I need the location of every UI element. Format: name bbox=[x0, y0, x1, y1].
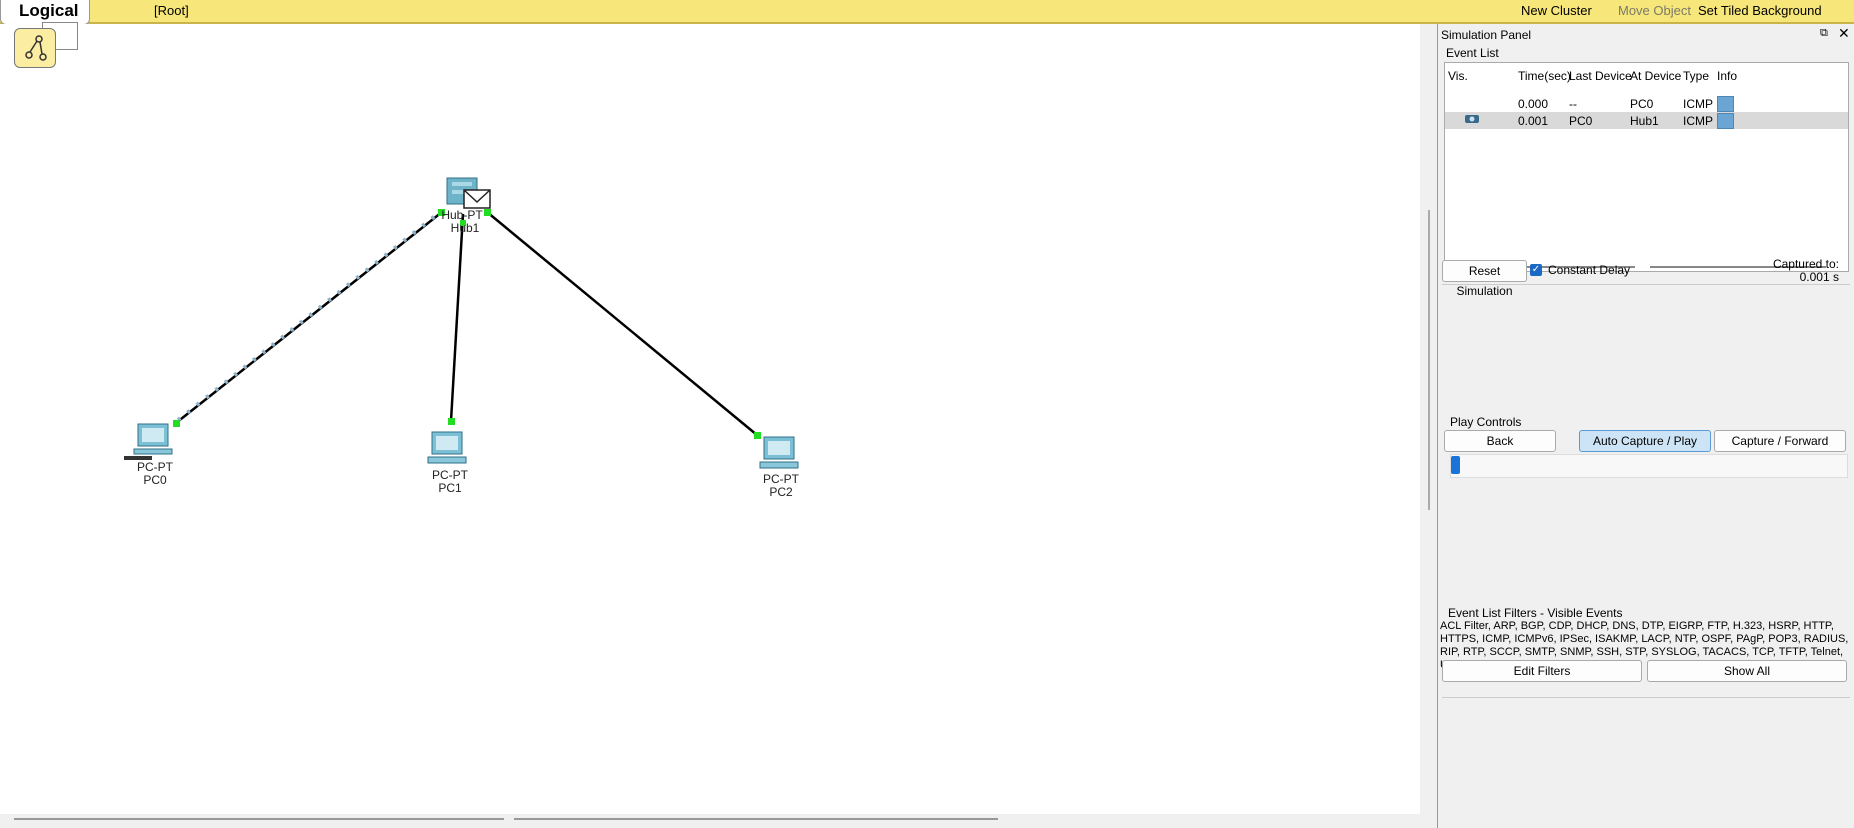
captured-to-value: 0.001 s bbox=[1799, 270, 1839, 284]
restore-icon[interactable]: ⧉ bbox=[1820, 27, 1828, 40]
constant-delay-checkbox[interactable]: ✓ bbox=[1530, 264, 1542, 276]
event-row-selected[interactable]: 0.001 PC0 Hub1 ICMP bbox=[1445, 112, 1848, 129]
event-last-device: -- bbox=[1569, 97, 1577, 111]
pc0-device-icon[interactable] bbox=[124, 423, 173, 460]
top-toolbar: Logical [Root] New Cluster Move Object S… bbox=[0, 0, 1854, 25]
pc1-type-label: PC-PT bbox=[432, 468, 468, 482]
column-header-type[interactable]: Type bbox=[1683, 69, 1709, 83]
show-all-button[interactable]: Show All bbox=[1647, 660, 1847, 682]
reset-simulation-button[interactable]: Reset Simulation bbox=[1442, 260, 1527, 298]
divider bbox=[1442, 697, 1850, 698]
event-at-device: Hub1 bbox=[1630, 114, 1659, 128]
column-header-vis[interactable]: Vis. bbox=[1448, 69, 1468, 83]
column-header-time[interactable]: Time(sec) bbox=[1518, 69, 1571, 83]
root-breadcrumb[interactable]: [Root] bbox=[154, 3, 189, 18]
capture-forward-button[interactable]: Capture / Forward bbox=[1714, 430, 1846, 452]
play-speed-slider-handle[interactable] bbox=[1451, 456, 1460, 474]
column-header-last-device[interactable]: Last Device bbox=[1569, 69, 1632, 83]
canvas-horizontal-scrollbar-left[interactable] bbox=[14, 818, 504, 820]
edit-filters-button[interactable]: Edit Filters bbox=[1442, 660, 1642, 682]
hub1-type-label: Hub-PT bbox=[441, 208, 483, 222]
event-at-device: PC0 bbox=[1630, 97, 1654, 111]
pc2-type-label: PC-PT bbox=[763, 472, 799, 486]
simulation-panel: Simulation Panel ⧉ ✕ Event List Vis. Tim… bbox=[1437, 24, 1854, 828]
event-info-button[interactable] bbox=[1717, 113, 1734, 129]
link-pc0-hub1[interactable] bbox=[175, 210, 443, 424]
event-time: 0.000 bbox=[1518, 97, 1549, 111]
new-cluster-button[interactable]: New Cluster bbox=[1521, 3, 1592, 18]
back-button[interactable]: Back bbox=[1444, 430, 1556, 452]
constant-delay-label: Constant Delay bbox=[1548, 263, 1631, 277]
event-time: 0.001 bbox=[1518, 114, 1549, 128]
pc1-name-label: PC1 bbox=[438, 481, 462, 495]
move-object-button[interactable]: Move Object bbox=[1618, 3, 1691, 18]
topology-icon bbox=[25, 35, 47, 61]
column-header-info[interactable]: Info bbox=[1717, 69, 1737, 83]
captured-to-label: Captured to: bbox=[1772, 257, 1839, 271]
event-row[interactable]: 0.000 -- PC0 ICMP bbox=[1445, 95, 1848, 112]
envelope-icon[interactable] bbox=[463, 189, 491, 209]
canvas-horizontal-scrollbar-right[interactable] bbox=[514, 818, 998, 820]
pc1-device-icon[interactable] bbox=[427, 431, 467, 464]
logical-view-icon[interactable] bbox=[14, 28, 56, 68]
port-lights bbox=[173, 209, 761, 439]
topology-drawing bbox=[124, 177, 799, 469]
event-type: ICMP bbox=[1683, 97, 1713, 111]
link-pc2-hub1[interactable] bbox=[486, 211, 758, 436]
hub1-name-label: Hub1 bbox=[450, 221, 480, 235]
logical-workspace[interactable]: Hub-PT Hub1 PC-PT PC0 PC-PT PC1 PC-PT PC… bbox=[0, 24, 1420, 814]
close-icon[interactable]: ✕ bbox=[1838, 25, 1850, 42]
pc0-name-label: PC0 bbox=[143, 473, 167, 487]
play-controls-label: Play Controls bbox=[1450, 415, 1522, 429]
event-type: ICMP bbox=[1683, 114, 1713, 128]
column-header-at-device[interactable]: At Device bbox=[1630, 69, 1681, 83]
event-filters-label: Event List Filters - Visible Events bbox=[1448, 606, 1623, 620]
link-pc1-hub1[interactable] bbox=[449, 213, 465, 422]
pc2-device-icon[interactable] bbox=[759, 436, 799, 469]
event-last-device: PC0 bbox=[1569, 114, 1593, 128]
divider bbox=[1442, 284, 1850, 285]
logical-tab-label: Logical bbox=[19, 1, 79, 20]
auto-capture-play-button[interactable]: Auto Capture / Play bbox=[1579, 430, 1711, 452]
eye-icon[interactable] bbox=[1465, 113, 1479, 128]
event-info-button[interactable] bbox=[1717, 96, 1734, 112]
simulation-panel-title: Simulation Panel bbox=[1441, 28, 1532, 42]
panel-splitter[interactable] bbox=[1428, 210, 1430, 510]
event-list-table[interactable]: Vis. Time(sec) Last Device At Device Typ… bbox=[1444, 62, 1849, 272]
pc2-name-label: PC2 bbox=[769, 485, 793, 499]
set-tiled-background-button[interactable]: Set Tiled Background bbox=[1698, 3, 1822, 18]
event-list-label: Event List bbox=[1446, 46, 1499, 60]
play-speed-slider[interactable] bbox=[1450, 454, 1848, 478]
pc0-type-label: PC-PT bbox=[137, 460, 173, 474]
